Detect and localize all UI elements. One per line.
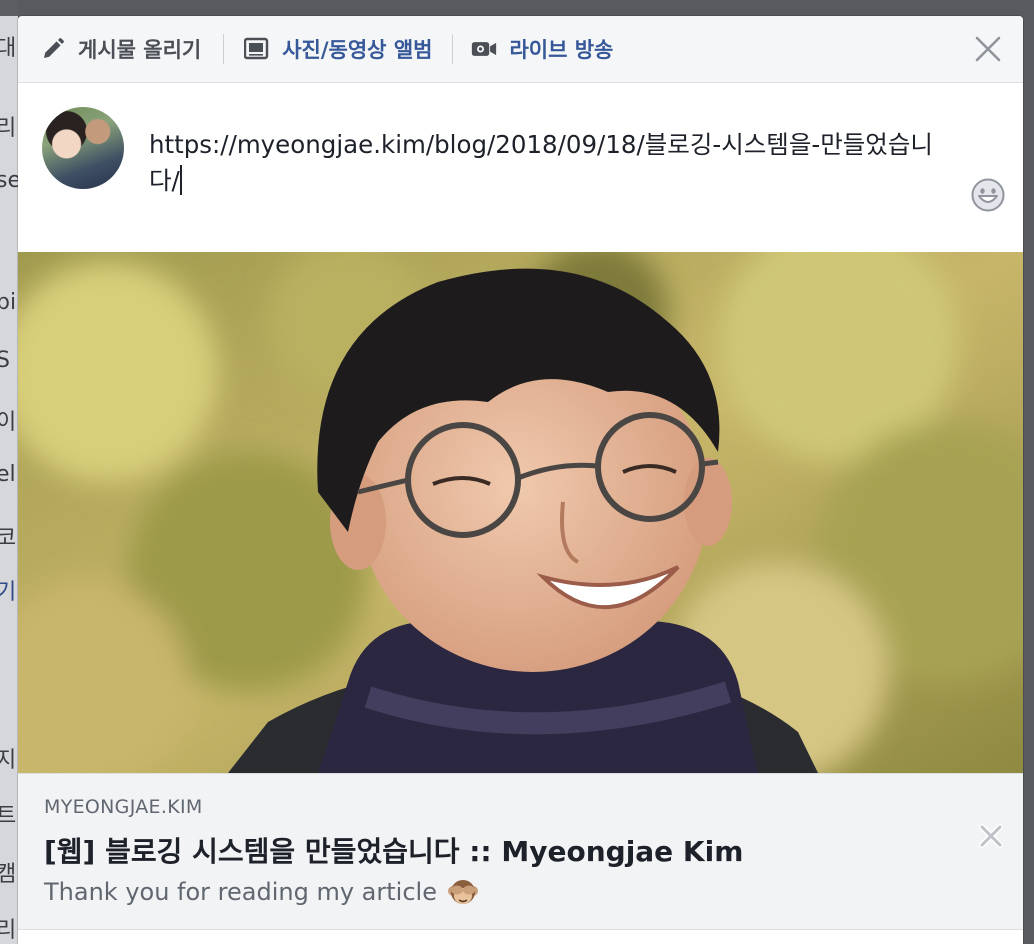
background-text: 캠	[0, 862, 17, 887]
emoji-button[interactable]	[971, 178, 1005, 212]
pencil-icon	[40, 36, 66, 62]
post-entry-area: https://myeongjae.kim/blog/2018/09/18/블로…	[18, 83, 1023, 251]
tab-photo-video-album[interactable]: 사진/동영상 앨범	[224, 16, 452, 82]
background-text: se	[0, 168, 18, 193]
post-text-value: https://myeongjae.kim/blog/2018/09/18/블로…	[149, 130, 933, 195]
composer-tabs: 게시물 올리기 사진/동영상 앨범 라이브 방송	[18, 16, 1023, 83]
background-topbar	[0, 0, 18, 16]
tab-create-post[interactable]: 게시물 올리기	[18, 16, 223, 82]
close-button[interactable]	[973, 34, 1003, 64]
tab-label: 라이브 방송	[509, 38, 614, 62]
smiley-icon	[971, 178, 1005, 212]
tab-label: 사진/동영상 앨범	[282, 38, 433, 62]
background-text: 이	[0, 410, 17, 435]
background-link: 기	[0, 580, 17, 605]
link-preview-description-text: Thank you for reading my article	[44, 878, 437, 906]
link-preview-title: [웹] 블로깅 시스템을 만들었습니다 :: Myeongjae Kim	[44, 835, 744, 868]
video-camera-icon	[471, 36, 497, 62]
background-text: 대	[0, 36, 17, 61]
see-no-evil-monkey-icon	[447, 876, 479, 908]
tab-label: 게시물 올리기	[78, 38, 202, 62]
background-text: el	[0, 462, 16, 487]
background-text: pi	[0, 290, 17, 315]
background-text: S	[0, 348, 10, 373]
background-text: 리	[0, 116, 17, 141]
composer-footer	[18, 929, 1023, 944]
remove-link-preview-button[interactable]	[977, 822, 1005, 850]
link-preview-details[interactable]: MYEONGJAE.KIM [웹] 블로깅 시스템을 만들었습니다 :: Mye…	[18, 773, 1023, 929]
background-text: 코	[0, 526, 17, 551]
link-preview-domain: MYEONGJAE.KIM	[44, 796, 203, 818]
background-text: 트	[0, 804, 17, 829]
text-caret	[179, 165, 182, 195]
post-composer-dialog: 게시물 올리기 사진/동영상 앨범 라이브 방송 https://myeongj…	[18, 16, 1023, 944]
background-page: 대 리 se pi S 이 el 코 기 지 트 캠 리	[0, 0, 18, 944]
link-preview-image[interactable]	[18, 252, 1023, 773]
photo-album-icon	[244, 36, 270, 62]
avatar	[42, 107, 124, 189]
tab-live-broadcast[interactable]: 라이브 방송	[453, 16, 613, 82]
background-text: 지	[0, 748, 17, 773]
link-preview-description: Thank you for reading my article	[44, 876, 479, 908]
background-text: 리	[0, 918, 17, 943]
close-icon	[979, 824, 1003, 848]
close-icon	[975, 36, 1001, 62]
post-text-input[interactable]: https://myeongjae.kim/blog/2018/09/18/블로…	[149, 127, 939, 199]
